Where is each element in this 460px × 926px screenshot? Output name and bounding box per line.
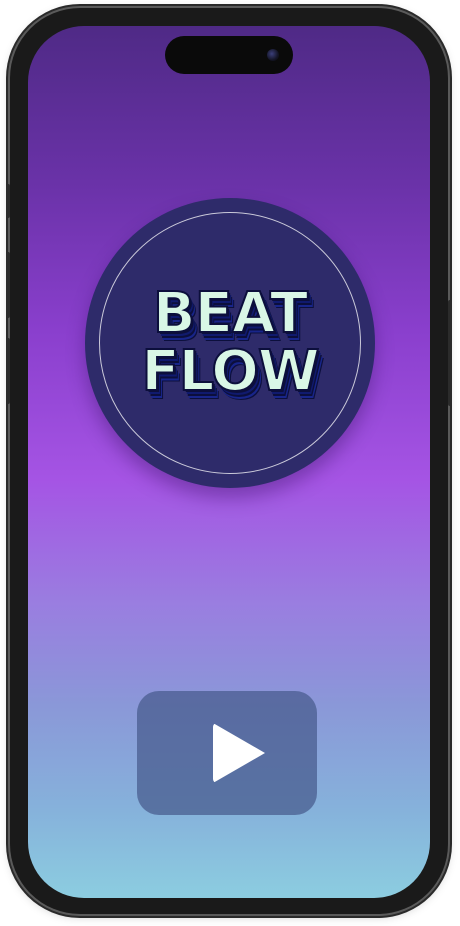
logo-text-beat: BEAT xyxy=(152,281,309,346)
app-logo: BEAT FLOW xyxy=(85,198,375,488)
play-button[interactable] xyxy=(137,691,317,815)
play-icon xyxy=(213,723,265,783)
volume-down-button xyxy=(6,338,10,404)
logo-text-flow: FLOW xyxy=(140,339,320,404)
dynamic-island xyxy=(165,36,293,74)
action-button xyxy=(6,184,10,218)
app-screen: BEAT FLOW xyxy=(28,26,430,898)
camera-lens-icon xyxy=(267,49,279,61)
power-button xyxy=(448,300,452,406)
volume-up-button xyxy=(6,252,10,318)
